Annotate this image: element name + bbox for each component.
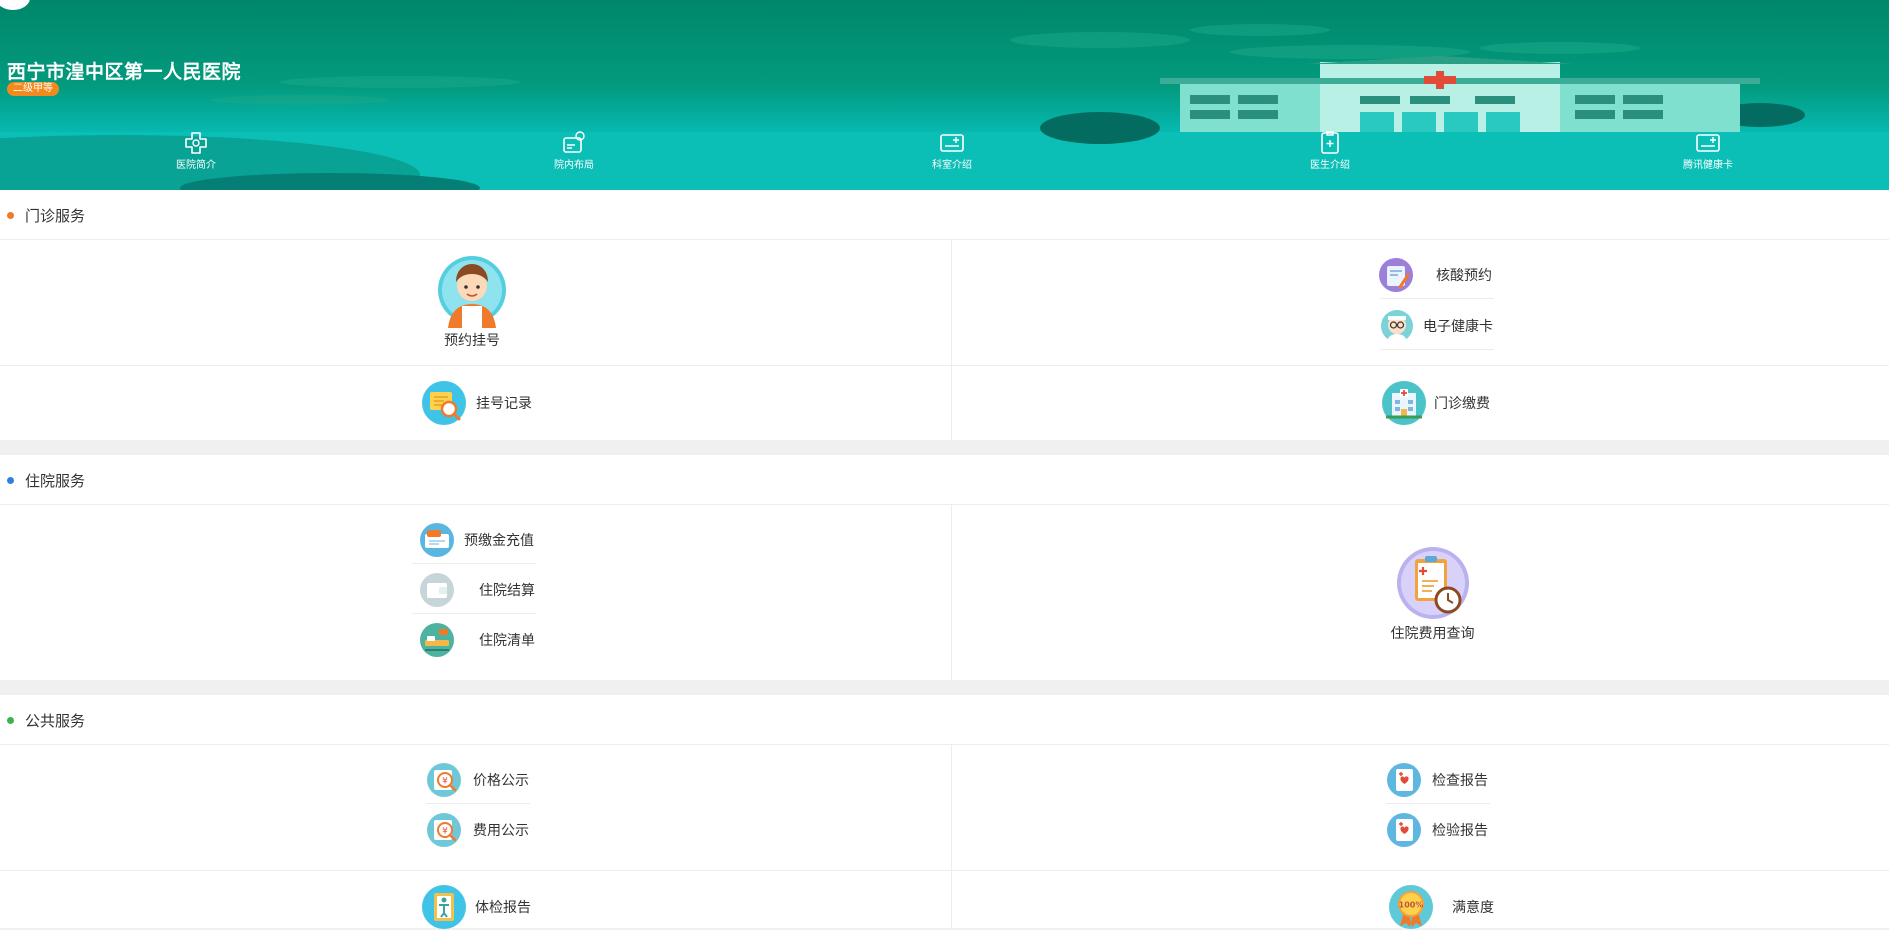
outpatient-payment-label: 门诊缴费 — [1434, 396, 1490, 412]
section-title: 公共服务 — [25, 712, 86, 730]
satisfaction-label: 满意度 — [1452, 900, 1494, 916]
item-separator — [1380, 298, 1494, 299]
outpatient-section: 门诊服务 预约挂号 核酸预约 电子健康卡 挂号记录 门诊缴费 — [0, 190, 1889, 440]
fee-notice-label: 费用公示 — [473, 823, 529, 839]
e-health-card-label: 电子健康卡 — [1423, 319, 1493, 335]
hospital-cross-icon — [185, 132, 207, 154]
physical-exam-icon — [422, 885, 466, 929]
physical-exam-report-label: 体检报告 — [475, 900, 531, 916]
section-dot — [7, 212, 14, 219]
row-divider — [0, 365, 1889, 366]
inpatient-settlement-label: 住院结算 — [479, 583, 535, 599]
hospital-bed-icon — [420, 623, 454, 657]
fee-notice-button[interactable]: ¥ 费用公示 — [426, 812, 529, 848]
wallet-icon — [420, 573, 454, 607]
nav-department-intro[interactable]: 科室介绍 — [892, 130, 1012, 171]
nav-hospital-intro[interactable]: 医院简介 — [136, 130, 256, 171]
satisfaction-button[interactable]: 100% 满意度 — [1388, 884, 1494, 930]
lab-report-label: 检验报告 — [1432, 823, 1488, 839]
department-card-icon — [940, 134, 964, 152]
price-notice-label: 价格公示 — [473, 773, 529, 789]
fee-search-icon: ¥ — [427, 813, 461, 847]
section-title: 住院服务 — [25, 472, 86, 490]
section-dot — [7, 717, 14, 724]
inpatient-list-label: 住院清单 — [479, 633, 535, 649]
item-separator — [426, 803, 530, 804]
appointment-label: 预约挂号 — [444, 333, 500, 349]
lab-report-icon — [1387, 813, 1421, 847]
hospital-grade-badge: 二级甲等 — [7, 82, 59, 96]
deposit-recharge-label: 预缴金充值 — [464, 533, 534, 549]
item-separator — [1380, 349, 1494, 350]
hospital-name: 西宁市湟中区第一人民医院 — [7, 61, 242, 83]
column-divider — [951, 505, 952, 680]
satisfaction-medal-icon: 100% — [1389, 885, 1433, 929]
expense-query-label: 住院费用查询 — [1390, 626, 1475, 642]
nav-label: 腾讯健康卡 — [1683, 160, 1733, 171]
physical-exam-report-button[interactable]: 体检报告 — [421, 884, 531, 930]
price-notice-button[interactable]: ¥ 价格公示 — [426, 762, 529, 798]
nucleic-test-icon — [1379, 258, 1413, 292]
e-health-card-button[interactable]: 电子健康卡 — [1380, 308, 1493, 344]
nav-doctor-intro[interactable]: 医生介绍 — [1270, 130, 1390, 171]
doctor-avatar-icon — [438, 256, 506, 328]
doctor-clipboard-icon — [1321, 131, 1339, 154]
deposit-wallet-icon — [420, 523, 454, 557]
nurse-avatar-icon — [1381, 310, 1413, 342]
header-nav: 医院简介 院内布局 科室介绍 医生介绍 腾讯健康卡 — [0, 130, 1889, 174]
nucleic-booking-button[interactable]: 核酸预约 — [1378, 257, 1492, 293]
public-service-section: 公共服务 ¥ 价格公示 ¥ 费用公示 检查报告 检验报告 体检报告 100% 满… — [0, 695, 1889, 930]
section-title: 门诊服务 — [25, 207, 86, 225]
column-divider — [951, 240, 952, 440]
deposit-recharge-button[interactable]: 预缴金充值 — [419, 522, 534, 558]
floor-map-icon — [563, 131, 585, 153]
svg-text:¥: ¥ — [442, 827, 448, 837]
item-separator — [1386, 803, 1490, 804]
section-header: 门诊服务 — [0, 190, 1889, 240]
records-search-icon — [422, 381, 466, 425]
nav-label: 院内布局 — [554, 160, 594, 171]
exam-report-button[interactable]: 检查报告 — [1386, 762, 1488, 798]
registration-records-button[interactable]: 挂号记录 — [420, 379, 532, 427]
section-header: 住院服务 — [0, 455, 1889, 505]
health-card-icon — [1696, 134, 1720, 152]
column-divider — [951, 745, 952, 928]
exam-report-icon — [1387, 763, 1421, 797]
nav-label: 医院简介 — [176, 160, 216, 171]
row-divider — [0, 870, 1889, 871]
nav-label: 医生介绍 — [1310, 160, 1350, 171]
exam-report-label: 检查报告 — [1432, 773, 1488, 789]
nav-tencent-health-card[interactable]: 腾讯健康卡 — [1648, 130, 1768, 171]
section-dot — [7, 477, 14, 484]
nav-floor-layout[interactable]: 院内布局 — [514, 130, 634, 171]
nucleic-booking-label: 核酸预约 — [1436, 268, 1492, 284]
outpatient-payment-button[interactable]: 门诊缴费 — [1381, 379, 1490, 427]
item-separator — [412, 563, 536, 564]
appointment-registration-button[interactable]: 预约挂号 — [432, 250, 512, 350]
lab-report-button[interactable]: 检验报告 — [1386, 812, 1488, 848]
clipboard-clock-icon — [1396, 547, 1469, 619]
inpatient-settlement-button[interactable]: 住院结算 — [419, 572, 535, 608]
registration-records-label: 挂号记录 — [476, 396, 532, 412]
hospital-header: 西宁市湟中区第一人民医院 二级甲等 医院简介 院内布局 科室介绍 医生介绍 腾讯… — [0, 0, 1889, 190]
inpatient-expense-query-button[interactable]: 住院费用查询 — [1380, 545, 1485, 643]
clinic-building-icon — [1382, 381, 1426, 425]
price-search-icon: ¥ — [427, 763, 461, 797]
svg-text:¥: ¥ — [442, 777, 448, 787]
section-header: 公共服务 — [0, 695, 1889, 745]
item-separator — [412, 613, 536, 614]
inpatient-section: 住院服务 预缴金充值 住院结算 住院清单 住院费用查询 — [0, 455, 1889, 680]
nav-label: 科室介绍 — [932, 160, 972, 171]
svg-text:100%: 100% — [1399, 901, 1424, 910]
inpatient-list-button[interactable]: 住院清单 — [419, 622, 535, 658]
